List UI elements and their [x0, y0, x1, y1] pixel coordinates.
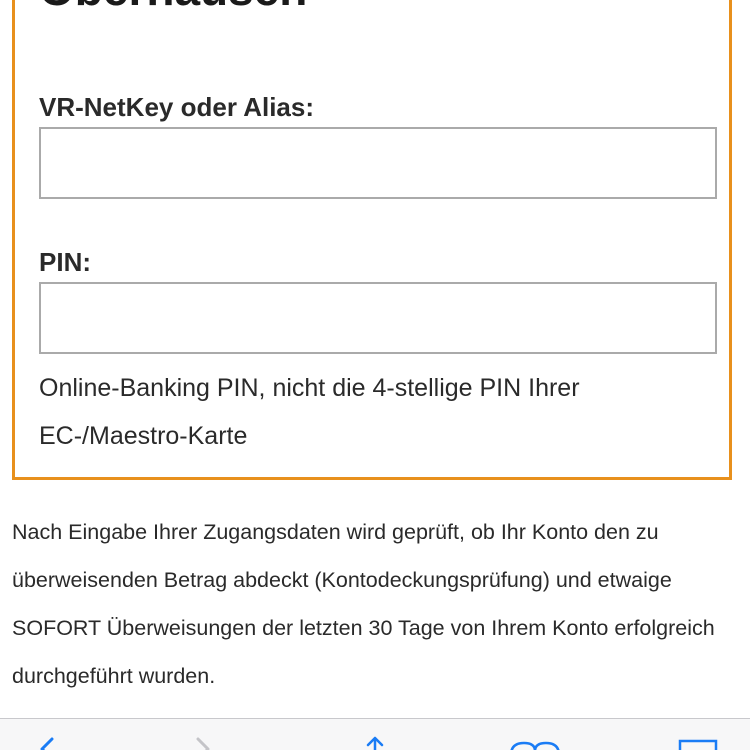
tabs-button[interactable] [670, 719, 730, 750]
bank-title: Oberhausen [39, 0, 307, 16]
share-icon [366, 736, 384, 750]
bookmarks-icon [510, 741, 560, 750]
info-text: Nach Eingabe Ihrer Zugangsdaten wird gep… [12, 520, 715, 688]
tabs-icon [678, 739, 718, 750]
forward-arrow-icon [196, 737, 210, 750]
browser-toolbar [0, 718, 750, 750]
username-input[interactable] [39, 127, 717, 199]
pin-label: PIN: [39, 247, 91, 277]
bookmarks-button[interactable] [505, 719, 565, 750]
pin-input[interactable] [39, 282, 717, 354]
back-button[interactable] [20, 719, 80, 750]
forward-button[interactable] [170, 719, 230, 750]
username-label: VR-NetKey oder Alias: [39, 92, 314, 122]
back-arrow-icon [40, 737, 54, 750]
page: Oberhausen VR-NetKey oder Alias: PIN: On… [0, 0, 750, 750]
login-panel: Oberhausen VR-NetKey oder Alias: PIN: On… [12, 0, 732, 480]
pin-hint: Online-Banking PIN, nicht die 4-stellige… [39, 374, 580, 450]
share-button[interactable] [345, 719, 405, 750]
